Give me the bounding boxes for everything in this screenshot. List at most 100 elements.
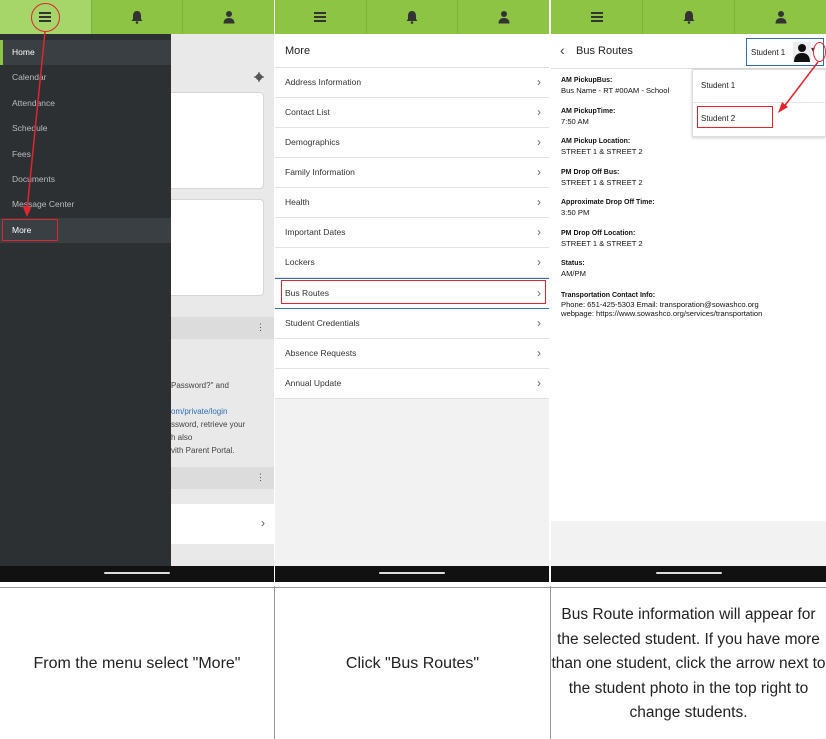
field-label: PM Drop Off Bus: bbox=[561, 169, 620, 176]
background-text: Password?" and bbox=[171, 381, 229, 390]
top-nav-bar bbox=[275, 0, 549, 34]
account-button[interactable] bbox=[735, 0, 826, 34]
item-label: Family Information bbox=[285, 167, 355, 177]
field-label: AM PickupTime: bbox=[561, 108, 616, 115]
annotation-box-student-2 bbox=[697, 106, 773, 128]
field-label: Transportation Contact Info: bbox=[561, 292, 656, 299]
more-item-address-information[interactable]: Address Information › bbox=[275, 68, 549, 98]
user-icon bbox=[223, 11, 235, 24]
drawer-item-message-center[interactable]: Message Center bbox=[0, 192, 171, 217]
annotation-box-more bbox=[2, 219, 58, 241]
home-indicator[interactable] bbox=[655, 572, 722, 574]
drawer-item-fees[interactable]: Fees bbox=[0, 142, 171, 167]
screenshot-more: More Address Information › Contact List › … bbox=[275, 0, 549, 582]
chevron-right-icon: › bbox=[537, 105, 541, 119]
hamburger-icon bbox=[590, 12, 603, 22]
divider bbox=[693, 102, 825, 103]
item-label: Contact List bbox=[285, 107, 330, 117]
field-contact-info: Transportation Contact Info: Phone: 651-… bbox=[561, 291, 762, 318]
drawer-item-schedule[interactable]: Schedule bbox=[0, 116, 171, 141]
item-label: Annual Update bbox=[285, 378, 342, 388]
background-card bbox=[165, 92, 264, 189]
background-link: om/private/login bbox=[171, 407, 228, 416]
background-text: ssword, retrieve your bbox=[171, 420, 246, 429]
more-item-lockers[interactable]: Lockers › bbox=[275, 248, 549, 278]
system-bottom-bar bbox=[551, 566, 826, 582]
background-card bbox=[165, 199, 264, 296]
chevron-right-icon: › bbox=[537, 165, 541, 179]
chevron-right-icon: › bbox=[537, 225, 541, 239]
account-button[interactable] bbox=[458, 0, 549, 34]
page-title: Bus Routes bbox=[576, 45, 633, 57]
menu-button[interactable] bbox=[551, 0, 643, 34]
notifications-button[interactable] bbox=[367, 0, 459, 34]
notifications-button[interactable] bbox=[92, 0, 184, 34]
student-photo-icon bbox=[793, 42, 811, 62]
background-text: vith Parent Portal. bbox=[171, 446, 235, 455]
student-selector-label: Student 1 bbox=[751, 48, 786, 57]
field-label: AM Pickup Location: bbox=[561, 138, 631, 145]
hamburger-icon bbox=[314, 12, 327, 22]
field-pm-drop-off-location: PM Drop Off Location: STREET 1 & STREET 2 bbox=[561, 230, 643, 248]
home-indicator[interactable] bbox=[104, 572, 170, 574]
more-item-annual-update[interactable]: Annual Update › bbox=[275, 369, 549, 399]
background-page: ⋮ Password?" and om/private/login ssword… bbox=[165, 34, 274, 566]
chevron-right-icon: › bbox=[537, 346, 541, 360]
top-nav-bar bbox=[551, 0, 826, 34]
kebab-icon: ⋮ bbox=[256, 322, 265, 332]
field-value: STREET 1 & STREET 2 bbox=[561, 239, 643, 248]
chevron-right-icon: › bbox=[537, 316, 541, 330]
field-value: Bus Name - RT #00AM - School bbox=[561, 86, 670, 95]
more-item-contact-list[interactable]: Contact List › bbox=[275, 98, 549, 128]
more-item-student-credentials[interactable]: Student Credentials › bbox=[275, 309, 549, 339]
field-label: Status: bbox=[561, 260, 585, 267]
field-value: 3:50 PM bbox=[561, 208, 590, 217]
drawer-item-calendar[interactable]: Calendar bbox=[0, 65, 171, 90]
system-bottom-bar bbox=[275, 566, 549, 582]
drawer-item-attendance[interactable]: Attendance bbox=[0, 91, 171, 116]
caption-step-3: Bus Route information will appear for th… bbox=[551, 606, 826, 722]
back-chevron-icon[interactable]: ‹ bbox=[560, 42, 565, 58]
screenshot-bus-routes: ‹ Bus Routes Student 1 ▾ AM PickupBus: Bu… bbox=[551, 0, 826, 582]
more-item-health[interactable]: Health › bbox=[275, 188, 549, 218]
annotation-circle bbox=[31, 3, 60, 32]
chevron-right-icon: › bbox=[537, 135, 541, 149]
caption-divider bbox=[0, 587, 826, 588]
field-value: 7:50 AM bbox=[561, 117, 589, 126]
background-section-header: ⋮ bbox=[171, 317, 274, 339]
item-label: Health bbox=[285, 197, 310, 207]
item-label: Important Dates bbox=[285, 227, 346, 237]
field-status: Status: AM/PM bbox=[561, 260, 586, 278]
menu-button[interactable] bbox=[275, 0, 367, 34]
more-item-important-dates[interactable]: Important Dates › bbox=[275, 218, 549, 248]
more-item-demographics[interactable]: Demographics › bbox=[275, 128, 549, 158]
chevron-right-icon: › bbox=[261, 516, 265, 530]
account-button[interactable] bbox=[183, 0, 274, 34]
contact-webpage: webpage: https://www.sowashco.org/servic… bbox=[561, 309, 763, 318]
caption-step-2: Click "Bus Routes" bbox=[345, 655, 480, 673]
notifications-button[interactable] bbox=[643, 0, 735, 34]
home-indicator[interactable] bbox=[379, 572, 445, 574]
chevron-right-icon: › bbox=[537, 255, 541, 269]
more-item-family-information[interactable]: Family Information › bbox=[275, 158, 549, 188]
field-label: Approximate Drop Off Time: bbox=[561, 199, 655, 206]
chevron-right-icon: › bbox=[537, 75, 541, 89]
side-drawer: Home Calendar Attendance Schedule Fees D… bbox=[0, 34, 171, 566]
field-am-pickup-location: AM Pickup Location: STREET 1 & STREET 2 bbox=[561, 138, 643, 156]
item-label: Address Information bbox=[285, 77, 362, 87]
annotation-box-bus-routes bbox=[281, 280, 546, 304]
drawer-item-documents[interactable]: Documents bbox=[0, 167, 171, 192]
drawer-item-home[interactable]: Home bbox=[0, 40, 171, 66]
chevron-right-icon: › bbox=[537, 376, 541, 390]
field-label: AM PickupBus: bbox=[561, 77, 613, 84]
page-header: ‹ Bus Routes Student 1 ▾ bbox=[551, 34, 826, 69]
caption-step-1: From the menu select "More" bbox=[33, 655, 241, 673]
item-label: Absence Requests bbox=[285, 348, 357, 358]
item-label: Lockers bbox=[285, 257, 315, 267]
dropdown-item-student-1[interactable]: Student 1 bbox=[701, 81, 735, 90]
field-pm-drop-off-bus: PM Drop Off Bus: STREET 1 & STREET 2 bbox=[561, 169, 643, 187]
item-label: Student Credentials bbox=[285, 318, 360, 328]
field-value: AM/PM bbox=[561, 269, 586, 278]
field-am-pickup-bus: AM PickupBus: Bus Name - RT #00AM - Schoo… bbox=[561, 77, 669, 95]
more-item-absence-requests[interactable]: Absence Requests › bbox=[275, 339, 549, 369]
